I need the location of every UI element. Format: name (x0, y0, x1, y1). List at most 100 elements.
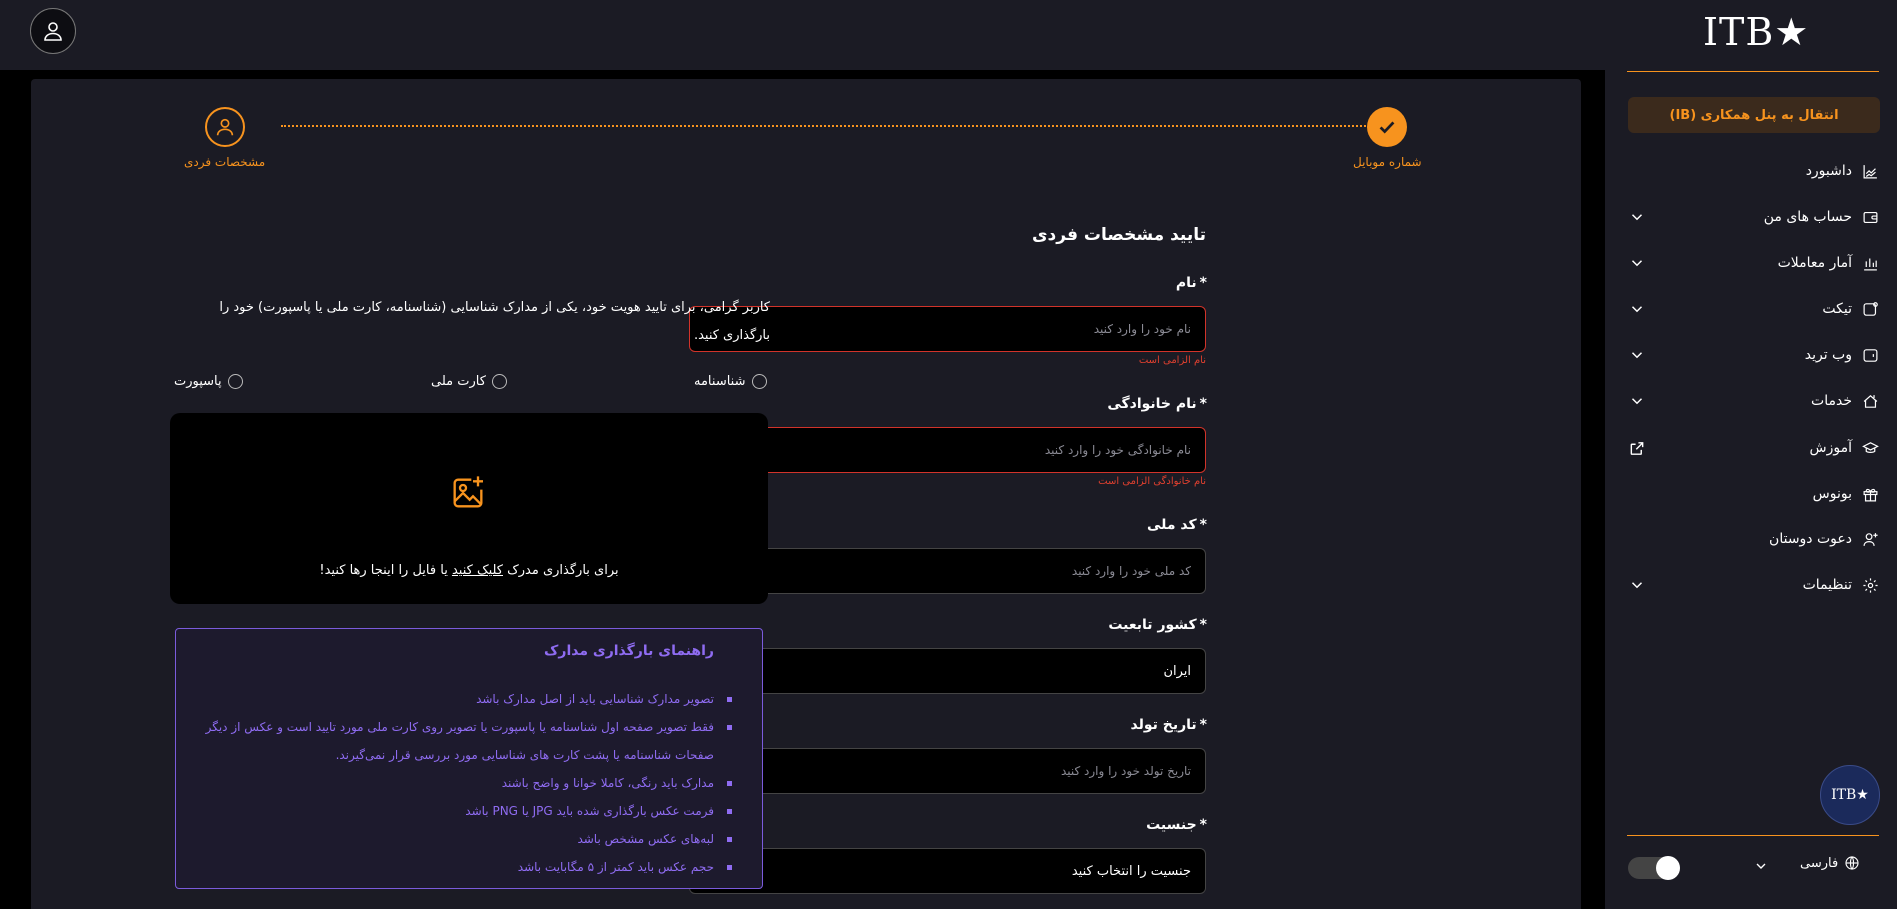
step-mobile-circle (1367, 107, 1408, 147)
sidebar-item-ticket[interactable]: تیکت (1627, 294, 1879, 324)
image-add-icon (453, 476, 483, 508)
sidebar-item-services[interactable]: خدمات (1627, 386, 1879, 416)
list-item: لبه‌های عکس مشخص باشد (192, 825, 732, 853)
user-plus-icon (1863, 532, 1878, 546)
required-mark: * (1199, 817, 1207, 833)
theme-toggle[interactable] (1628, 856, 1680, 880)
last-name-label-text: نام خانوادگی (1107, 396, 1197, 412)
webtrade-icon (1863, 348, 1878, 362)
user-profile-button[interactable] (30, 8, 76, 54)
doc-type-passport[interactable]: پاسپورت (174, 374, 243, 389)
upload-guide: راهنمای بارگذاری مدارک تصویر مدارک شناسا… (175, 628, 763, 889)
list-item: فرمت عکس بارگذاری شده باید JPG یا PNG با… (192, 797, 732, 825)
doc-type-national-card[interactable]: کارت ملی (431, 374, 507, 389)
radio-button[interactable] (227, 374, 243, 389)
step-personal-circle (204, 107, 245, 147)
gender-select[interactable]: جنسیت را انتخاب کنید (689, 848, 1206, 894)
required-mark: * (1199, 396, 1207, 412)
sidebar-item-invite[interactable]: دعوت دوستان (1627, 524, 1879, 554)
birth-date-label-text: تاریخ تولد (1130, 717, 1197, 733)
chevron-down-icon[interactable] (1753, 858, 1769, 874)
chevron-down-icon (1631, 582, 1643, 589)
sidebar-item-label: دعوت دوستان (1769, 531, 1852, 547)
user-icon (216, 118, 233, 136)
external-link-icon (1630, 441, 1644, 455)
chevron-down-icon (1631, 260, 1643, 267)
sidebar-item-label: تیکت (1822, 301, 1852, 317)
form-title: تایید مشخصات فردی (1031, 225, 1206, 245)
sidebar-item-accounts[interactable]: حساب های من (1627, 202, 1879, 232)
sidebar-item-label: تنظیمات (1802, 577, 1852, 593)
required-mark: * (1199, 275, 1207, 291)
radio-button[interactable] (491, 374, 507, 389)
list-item: حجم عکس باید کمتر از ۵ مگابایت باشد (192, 853, 732, 881)
sidebar-item-settings[interactable]: تنظیمات (1627, 570, 1879, 600)
language-selector[interactable]: فارسی (1800, 855, 1860, 871)
gender-label-text: جنسیت (1146, 817, 1197, 833)
upload-guide-title: راهنمای بارگذاری مدارک (544, 643, 714, 659)
sidebar-item-dashboard[interactable]: داشبورد (1627, 156, 1879, 186)
list-item: تصویر مدارک شناسایی باید از اصل مدارک با… (192, 685, 732, 713)
dropzone-text-before: برای بارگذاری مدرک (503, 563, 619, 578)
list-item: فقط تصویر صفحه اول شناسنامه یا پاسپورت ی… (192, 713, 732, 769)
chevron-down-icon (1631, 306, 1643, 313)
bar-chart-icon (1864, 258, 1877, 270)
dropzone-click-link[interactable]: کلیک کنید (452, 563, 503, 578)
step-mobile: شماره موبایل (1353, 107, 1422, 169)
chevron-down-icon (1631, 352, 1643, 359)
list-item: مدارک باید رنگی، کاملا خوانا و واضح باشن… (192, 769, 732, 797)
required-mark: * (1199, 517, 1207, 533)
nationality-label: *کشور تابعیت (1108, 617, 1207, 633)
sidebar-item-label: وب ترید (1804, 347, 1852, 363)
chevron-down-icon (1631, 398, 1643, 405)
ib-panel-button[interactable]: انتقال به پنل همکاری (IB) (1628, 97, 1880, 133)
last-name-error: نام خانوادگی الزامی است (1098, 476, 1206, 487)
sidebar-divider (1627, 71, 1879, 72)
main-panel: شماره موبایل مشخصات فردی تایید مشخصات فر… (31, 79, 1581, 909)
sidebar-item-label: داشبورد (1805, 163, 1852, 179)
radio-button[interactable] (751, 374, 767, 389)
sidebar-item-label: خدمات (1811, 393, 1852, 409)
sidebar-item-label: آموزش (1809, 440, 1852, 456)
last-name-label: *نام خانوادگی (1107, 396, 1207, 412)
sidebar-item-label: بونوس (1812, 486, 1852, 502)
nationality-select[interactable]: ایران (689, 648, 1206, 694)
doc-type-label: کارت ملی (431, 374, 486, 389)
required-mark: * (1199, 717, 1207, 733)
ticket-icon (1863, 301, 1878, 316)
sidebar-item-bonus[interactable]: بونوس (1627, 479, 1879, 509)
check-icon (1379, 121, 1395, 134)
top-bar (0, 0, 1605, 70)
partner-badge: ITB★ (1820, 765, 1880, 825)
chevron-down-icon (1631, 214, 1643, 221)
sidebar-item-label: آمار معاملات (1777, 255, 1852, 271)
national-code-label: *کد ملی (1147, 517, 1207, 533)
birth-date-label: *تاریخ تولد (1131, 717, 1208, 733)
step-personal-label: مشخصات فردی (184, 155, 266, 169)
doc-type-label: شناسنامه (694, 374, 746, 389)
sidebar-item-education[interactable]: آموزش (1627, 433, 1879, 463)
upload-dropzone[interactable]: برای بارگذاری مدرک کلیک کنید یا فایل را … (170, 413, 768, 604)
step-personal: مشخصات فردی (184, 107, 265, 169)
sidebar-item-webtrade[interactable]: وب ترید (1627, 340, 1879, 370)
gender-value: جنسیت را انتخاب کنید (1071, 863, 1191, 879)
gear-icon (1863, 577, 1878, 593)
chart-icon (1863, 164, 1877, 178)
first-name-label: *نام (1176, 275, 1207, 291)
toggle-knob (1656, 856, 1680, 880)
nationality-value: ایران (1163, 663, 1191, 679)
services-icon (1863, 394, 1878, 408)
stepper-line (281, 125, 1374, 127)
birth-date-input[interactable] (689, 748, 1206, 794)
sidebar-item-label: حساب های من (1763, 209, 1852, 225)
nationality-label-text: کشور تابعیت (1108, 617, 1197, 633)
required-mark: * (1199, 617, 1207, 633)
doc-type-label: پاسپورت (174, 374, 222, 389)
dropzone-text: برای بارگذاری مدرک کلیک کنید یا فایل را … (170, 563, 768, 578)
doc-type-birth-certificate[interactable]: شناسنامه (694, 374, 767, 389)
step-mobile-label: شماره موبایل (1353, 155, 1422, 169)
sidebar-item-trade-stats[interactable]: آمار معاملات (1627, 248, 1879, 278)
national-code-label-text: کد ملی (1147, 517, 1197, 533)
upload-guide-list: تصویر مدارک شناسایی باید از اصل مدارک با… (192, 685, 732, 881)
globe-icon (1845, 856, 1859, 870)
